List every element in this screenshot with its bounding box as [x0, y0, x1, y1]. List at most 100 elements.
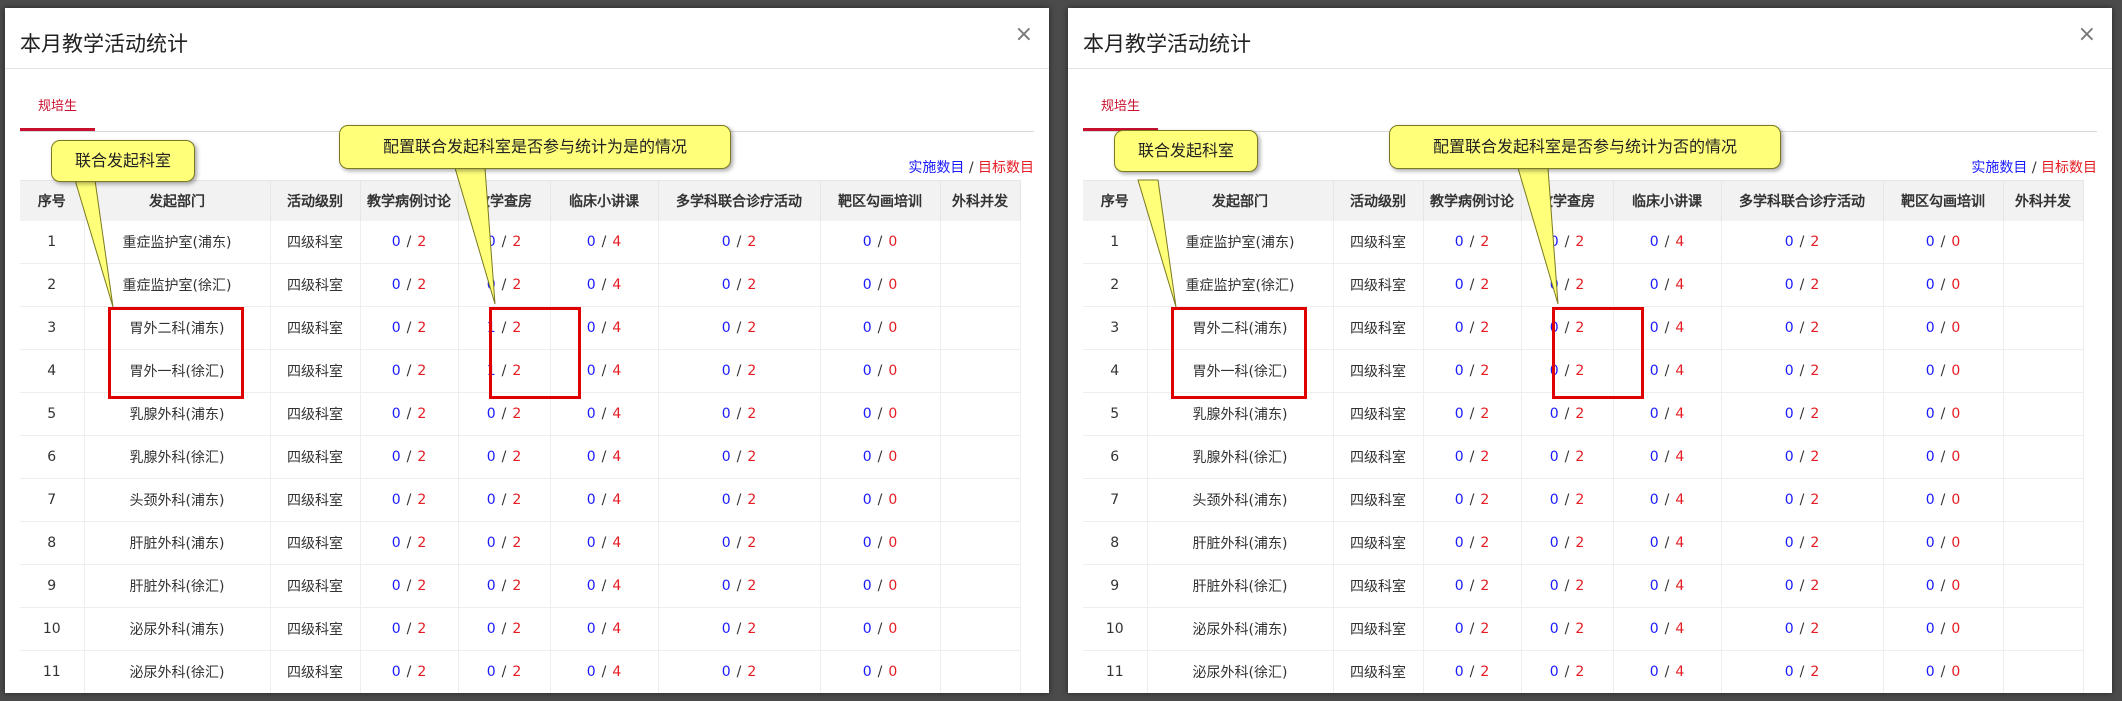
actual-count: 0: [721, 578, 731, 594]
ratio-separator: /: [601, 492, 607, 508]
ratio-cell: 0 / 2: [458, 263, 551, 307]
actual-count: 0: [1454, 664, 1464, 680]
actual-count: 0: [586, 363, 596, 379]
target-count: 0: [1951, 578, 1961, 594]
dept-cell: 重症监护室(浦东): [84, 221, 271, 264]
ratio-separator: /: [1799, 664, 1805, 680]
level-cell: 四级科室: [270, 607, 361, 651]
stats-table: 序号 发起部门 活动级别 教学病例讨论 教学查房 临床小讲课 多学科联合诊疗活动 靶区勾画培训…: [1083, 180, 2084, 693]
target-count: 2: [747, 277, 757, 293]
ratio-cell: 0 / 2: [360, 392, 459, 436]
close-icon[interactable]: ×: [1015, 24, 1033, 46]
close-icon[interactable]: ×: [2078, 24, 2096, 46]
column-header: 教学查房: [458, 180, 551, 221]
row-number: 10: [1083, 607, 1148, 651]
ratio-cell: 0 / 4: [1613, 564, 1722, 608]
ratio-cell: 0 / 4: [1613, 650, 1722, 693]
ratio-cell: 0 / 4: [550, 607, 659, 651]
table-header-row: 序号 发起部门 活动级别 教学病例讨论 教学查房 临床小讲课 多学科联合诊疗活动 靶区勾画培训…: [20, 180, 1021, 221]
target-count: 2: [512, 578, 522, 594]
ratio-separator: /: [406, 664, 412, 680]
overflow-cell: [940, 521, 1021, 565]
ratio-separator: /: [406, 449, 412, 465]
ratio-cell: 0 / 2: [458, 607, 551, 651]
table-row: 8 肝脏外科(浦东) 四级科室 0/2 0/2 0/4 0/2 0/0: [20, 521, 1021, 565]
actual-count: 0: [1454, 449, 1464, 465]
ratio-separator: /: [601, 234, 607, 250]
target-count: 0: [888, 621, 898, 637]
ratio-separator: /: [1469, 664, 1475, 680]
row-number: 9: [20, 564, 85, 608]
target-count: 2: [1480, 664, 1490, 680]
ratio-separator: /: [501, 664, 507, 680]
target-count: 2: [1575, 578, 1585, 594]
ratio-separator: /: [1799, 535, 1805, 551]
table-header-row: 序号 发起部门 活动级别 教学病例讨论 教学查房 临床小讲课 多学科联合诊疗活动 靶区勾画培训…: [1083, 180, 2084, 221]
target-count: 2: [1810, 664, 1820, 680]
target-count: 4: [612, 277, 622, 293]
ratio-separator: /: [736, 578, 742, 594]
target-count: 2: [1810, 449, 1820, 465]
row-number: 5: [20, 392, 85, 436]
ratio-separator: /: [1940, 363, 1946, 379]
row-number: 1: [20, 221, 85, 264]
tab-trainee[interactable]: 规培生: [1083, 93, 1158, 131]
ratio-separator: /: [1469, 621, 1475, 637]
ratio-cell: 0 / 4: [1613, 521, 1722, 565]
target-count: 2: [1575, 406, 1585, 422]
level-cell: 四级科室: [1333, 392, 1424, 436]
ratio-cell: 0 / 2: [360, 650, 459, 693]
target-count: 0: [888, 277, 898, 293]
ratio-cell: 0 / 2: [458, 650, 551, 693]
actual-count: 0: [1549, 492, 1559, 508]
ratio-cell: 0 / 2: [360, 349, 459, 393]
actual-count: 0: [1784, 406, 1794, 422]
target-count: 2: [512, 621, 522, 637]
ratio-cell: 0 / 2: [1721, 564, 1884, 608]
ratio-separator: /: [1940, 492, 1946, 508]
table-row: 11 泌尿外科(徐汇) 四级科室 0/2 0/2 0/4 0/2 0/0: [1083, 650, 2084, 693]
ratio-separator: /: [1469, 449, 1475, 465]
ratio-separator: /: [736, 535, 742, 551]
actual-count: 0: [586, 535, 596, 551]
actual-count: 0: [1925, 492, 1935, 508]
target-count: 0: [888, 578, 898, 594]
table-row: 8 肝脏外科(浦东) 四级科室 0/2 0/2 0/4 0/2 0/0: [1083, 521, 2084, 565]
ratio-cell: 0 / 0: [1883, 306, 2004, 350]
actual-count: 0: [586, 234, 596, 250]
actual-count: 0: [391, 492, 401, 508]
ratio-separator: /: [1564, 406, 1570, 422]
dept-cell: 肝脏外科(徐汇): [84, 564, 271, 608]
ratio-cell: 0 / 0: [1883, 221, 2004, 264]
target-count: 2: [1480, 277, 1490, 293]
ratio-separator: /: [1469, 578, 1475, 594]
actual-count: 0: [862, 234, 872, 250]
legend: 实施数目 / 目标数目: [1971, 157, 2097, 177]
ratio-separator: /: [736, 406, 742, 422]
ratio-cell: 0 / 0: [820, 607, 941, 651]
ratio-cell: 0 / 2: [1521, 521, 1614, 565]
actual-count: 0: [1649, 363, 1659, 379]
dialog-title: 本月教学活动统计: [1083, 32, 1251, 56]
target-count: 0: [888, 234, 898, 250]
target-count: 4: [612, 621, 622, 637]
ratio-cell: 0 / 2: [458, 221, 551, 264]
target-count: 4: [612, 234, 622, 250]
target-count: 4: [612, 449, 622, 465]
actual-count: 0: [486, 578, 496, 594]
row-number: 8: [20, 521, 85, 565]
level-cell: 四级科室: [270, 650, 361, 693]
ratio-separator: /: [406, 492, 412, 508]
tab-trainee[interactable]: 规培生: [20, 93, 95, 131]
ratio-separator: /: [1940, 234, 1946, 250]
ratio-cell: 0 / 0: [820, 263, 941, 307]
level-cell: 四级科室: [1333, 650, 1424, 693]
callout-main-right: 配置联合发起科室是否参与统计为否的情况: [1389, 125, 1781, 169]
actual-count: 0: [721, 406, 731, 422]
actual-count: 0: [721, 492, 731, 508]
ratio-cell: 0 / 2: [1423, 650, 1522, 693]
ratio-separator: /: [1799, 449, 1805, 465]
ratio-separator: /: [1940, 664, 1946, 680]
target-count: 2: [747, 406, 757, 422]
dept-cell: 肝脏外科(徐汇): [1147, 564, 1334, 608]
